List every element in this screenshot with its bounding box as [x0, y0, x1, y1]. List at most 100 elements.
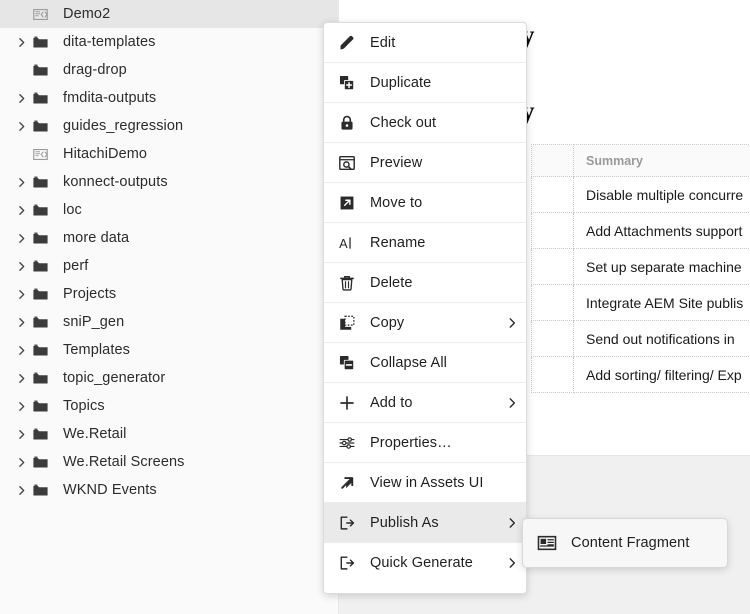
tree-item-dita-templates[interactable]: dita-templates — [0, 28, 338, 56]
chevron-right-icon[interactable] — [10, 288, 32, 301]
menu-item-view-in-assets-ui[interactable]: View in Assets UI — [324, 463, 526, 503]
table-cell-blank — [532, 357, 574, 393]
external-link-icon — [324, 474, 370, 492]
menu-item-properties[interactable]: Properties… — [324, 423, 526, 463]
folder-icon — [32, 342, 58, 359]
chevron-right-icon[interactable] — [10, 232, 32, 245]
chevron-right-icon[interactable] — [10, 428, 32, 441]
tree-item-label: Demo2 — [58, 6, 110, 22]
tree-item-label: guides_regression — [58, 118, 183, 134]
menu-item-label: Copy — [370, 315, 498, 331]
plus-icon — [324, 394, 370, 412]
lock-icon — [324, 114, 370, 132]
chevron-right-icon[interactable] — [10, 456, 32, 469]
menu-item-move-to[interactable]: Move to — [324, 183, 526, 223]
folder-icon — [32, 230, 58, 247]
menu-item-label: View in Assets UI — [370, 475, 498, 491]
trash-icon — [324, 274, 370, 292]
menu-item-label: Delete — [370, 275, 498, 291]
tree-item-drag-drop[interactable]: drag-drop — [0, 56, 338, 84]
publish-icon — [324, 514, 370, 532]
menu-item-copy[interactable]: Copy — [324, 303, 526, 343]
table-row[interactable]: Set up separate machine — [532, 249, 750, 285]
chevron-right-icon[interactable] — [10, 260, 32, 273]
table-header-cell-blank — [532, 145, 574, 177]
tree-item-fmdita-outputs[interactable]: fmdita-outputs — [0, 84, 338, 112]
table-row[interactable]: Send out notifications in — [532, 321, 750, 357]
chevron-right-icon[interactable] — [10, 176, 32, 189]
chevron-submenu-icon — [498, 316, 526, 330]
tree-item-topics[interactable]: Topics — [0, 392, 338, 420]
menu-item-duplicate[interactable]: Duplicate — [324, 63, 526, 103]
tree-item-label: more data — [58, 230, 129, 246]
table-row[interactable]: Add Attachments support — [532, 213, 750, 249]
tree-item-templates[interactable]: Templates — [0, 336, 338, 364]
chevron-right-icon[interactable] — [10, 316, 32, 329]
tree-item-demo2[interactable]: Demo2 — [0, 0, 338, 28]
tree-item-we-retail[interactable]: We.Retail — [0, 420, 338, 448]
chevron-right-icon[interactable] — [10, 400, 32, 413]
folder-icon — [32, 90, 58, 107]
tree-item-we-retail-screens[interactable]: We.Retail Screens — [0, 448, 338, 476]
table-cell-summary: Add sorting/ filtering/ Exp — [574, 357, 750, 393]
menu-item-label: Quick Generate — [370, 555, 498, 571]
tree-item-projects[interactable]: Projects — [0, 280, 338, 308]
menu-item-check-out[interactable]: Check out — [324, 103, 526, 143]
tree-item-guides-regression[interactable]: guides_regression — [0, 112, 338, 140]
folder-icon — [32, 34, 58, 51]
menu-item-publish-as[interactable]: Publish As — [324, 503, 526, 543]
tree-item-label: Templates — [58, 342, 130, 358]
copy-icon — [324, 314, 370, 332]
chevron-right-icon[interactable] — [10, 120, 32, 133]
menu-item-quick-generate[interactable]: Quick Generate — [324, 543, 526, 583]
chevron-right-icon[interactable] — [10, 204, 32, 217]
menu-item-edit[interactable]: Edit — [324, 23, 526, 63]
tree-item-loc[interactable]: loc — [0, 196, 338, 224]
folder-icon — [32, 398, 58, 415]
menu-item-content-fragment[interactable]: Content Fragment — [523, 519, 727, 567]
menu-item-label: Add to — [370, 395, 498, 411]
context-menu-bottom-padding — [324, 583, 526, 593]
chevron-right-icon[interactable] — [10, 484, 32, 497]
folder-icon — [32, 62, 58, 79]
chevron-right-icon[interactable] — [10, 36, 32, 49]
tree-item-konnect-outputs[interactable]: konnect-outputs — [0, 168, 338, 196]
table-row[interactable]: Integrate AEM Site publis — [532, 285, 750, 321]
menu-item-label: Properties… — [370, 435, 498, 451]
folder-icon — [32, 482, 58, 499]
folder-icon — [32, 370, 58, 387]
tree-item-label: perf — [58, 258, 88, 274]
table-row[interactable]: Add sorting/ filtering/ Exp — [532, 357, 750, 393]
tree-item-label: loc — [58, 202, 82, 218]
tree-item-topic-generator[interactable]: topic_generator — [0, 364, 338, 392]
table-cell-summary: Send out notifications in — [574, 321, 750, 357]
tree-item-label: drag-drop — [58, 62, 127, 78]
table-cell-summary: Integrate AEM Site publis — [574, 285, 750, 321]
tree-item-label: sniP_gen — [58, 314, 124, 330]
tree-item-perf[interactable]: perf — [0, 252, 338, 280]
menu-item-label: Preview — [370, 155, 498, 171]
table-cell-summary: Add Attachments support — [574, 213, 750, 249]
svg-text:A: A — [339, 235, 348, 250]
menu-item-rename[interactable]: ARename — [324, 223, 526, 263]
tree-item-label: dita-templates — [58, 34, 155, 50]
table-cell-blank — [532, 321, 574, 357]
table-header-cell-summary: Summary — [574, 145, 750, 177]
menu-item-collapse-all[interactable]: Collapse All — [324, 343, 526, 383]
menu-item-label: Collapse All — [370, 355, 498, 371]
tree-item-snip-gen[interactable]: sniP_gen — [0, 308, 338, 336]
menu-item-add-to[interactable]: Add to — [324, 383, 526, 423]
table-header-row: Summary — [532, 145, 750, 177]
menu-item-preview[interactable]: Preview — [324, 143, 526, 183]
table-row[interactable]: Disable multiple concurre — [532, 177, 750, 213]
folder-icon — [32, 314, 58, 331]
chevron-right-icon[interactable] — [10, 344, 32, 357]
tree-item-wknd-events[interactable]: WKND Events — [0, 476, 338, 504]
tree-item-hitachidemo[interactable]: HitachiDemo — [0, 140, 338, 168]
tree-item-more-data[interactable]: more data — [0, 224, 338, 252]
topic-document-icon — [32, 146, 58, 163]
chevron-right-icon[interactable] — [10, 372, 32, 385]
chevron-right-icon[interactable] — [10, 92, 32, 105]
duplicate-icon — [324, 74, 370, 92]
menu-item-delete[interactable]: Delete — [324, 263, 526, 303]
